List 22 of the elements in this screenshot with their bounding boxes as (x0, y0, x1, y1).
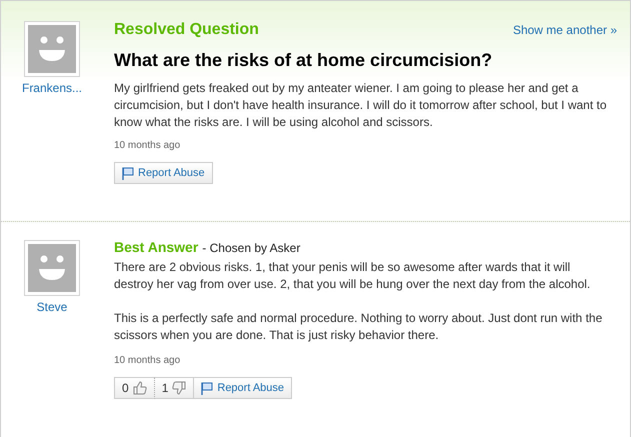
avatar-icon (24, 21, 80, 77)
flag-icon (201, 382, 214, 394)
thumbs-up-button[interactable]: 0 (114, 377, 155, 399)
flag-icon (122, 166, 134, 180)
post-paragraph: My girlfriend gets freaked out by my anteater wiener. I am going to please her and get a circumcision, but I don't have health insurance. I will do it tomorrow after school, but I want to know what the risks are. I will be using alcohol and scissors. (114, 80, 608, 131)
status-heading: Resolved Question (114, 21, 259, 39)
chosen-by-label: - Chosen by Asker (202, 241, 300, 255)
thumbs-down-button[interactable]: 1 (154, 377, 194, 399)
timestamp: 10 months ago (114, 140, 182, 151)
thumbs-down-icon (172, 381, 186, 395)
avatar-icon (24, 240, 80, 296)
timestamp: 10 months ago (114, 355, 182, 366)
author-name[interactable]: Steve (36, 300, 68, 314)
author-name[interactable]: Frankens... (22, 81, 82, 95)
report-abuse-button[interactable]: Report Abuse (114, 162, 213, 184)
post-paragraph: This is a perfectly safe and normal procedure. Nothing to worry about. Just dont run with the scissors when you are done. That is just risky behavior there. (114, 310, 604, 344)
best-answer-label: Best Answer (114, 239, 198, 255)
post-paragraph: There are 2 obvious risks. 1, that your penis will be so awesome after wards that it will destroy her vag from over use. 2, that you will be hung over the next day from the alcohol. (114, 259, 592, 293)
show-another-link[interactable]: Show me another » (512, 23, 617, 37)
report-abuse-button[interactable]: Report Abuse (194, 377, 292, 399)
thumbs-up-icon (132, 381, 147, 395)
question-title: What are the risks of at home circumcision? (114, 50, 494, 71)
